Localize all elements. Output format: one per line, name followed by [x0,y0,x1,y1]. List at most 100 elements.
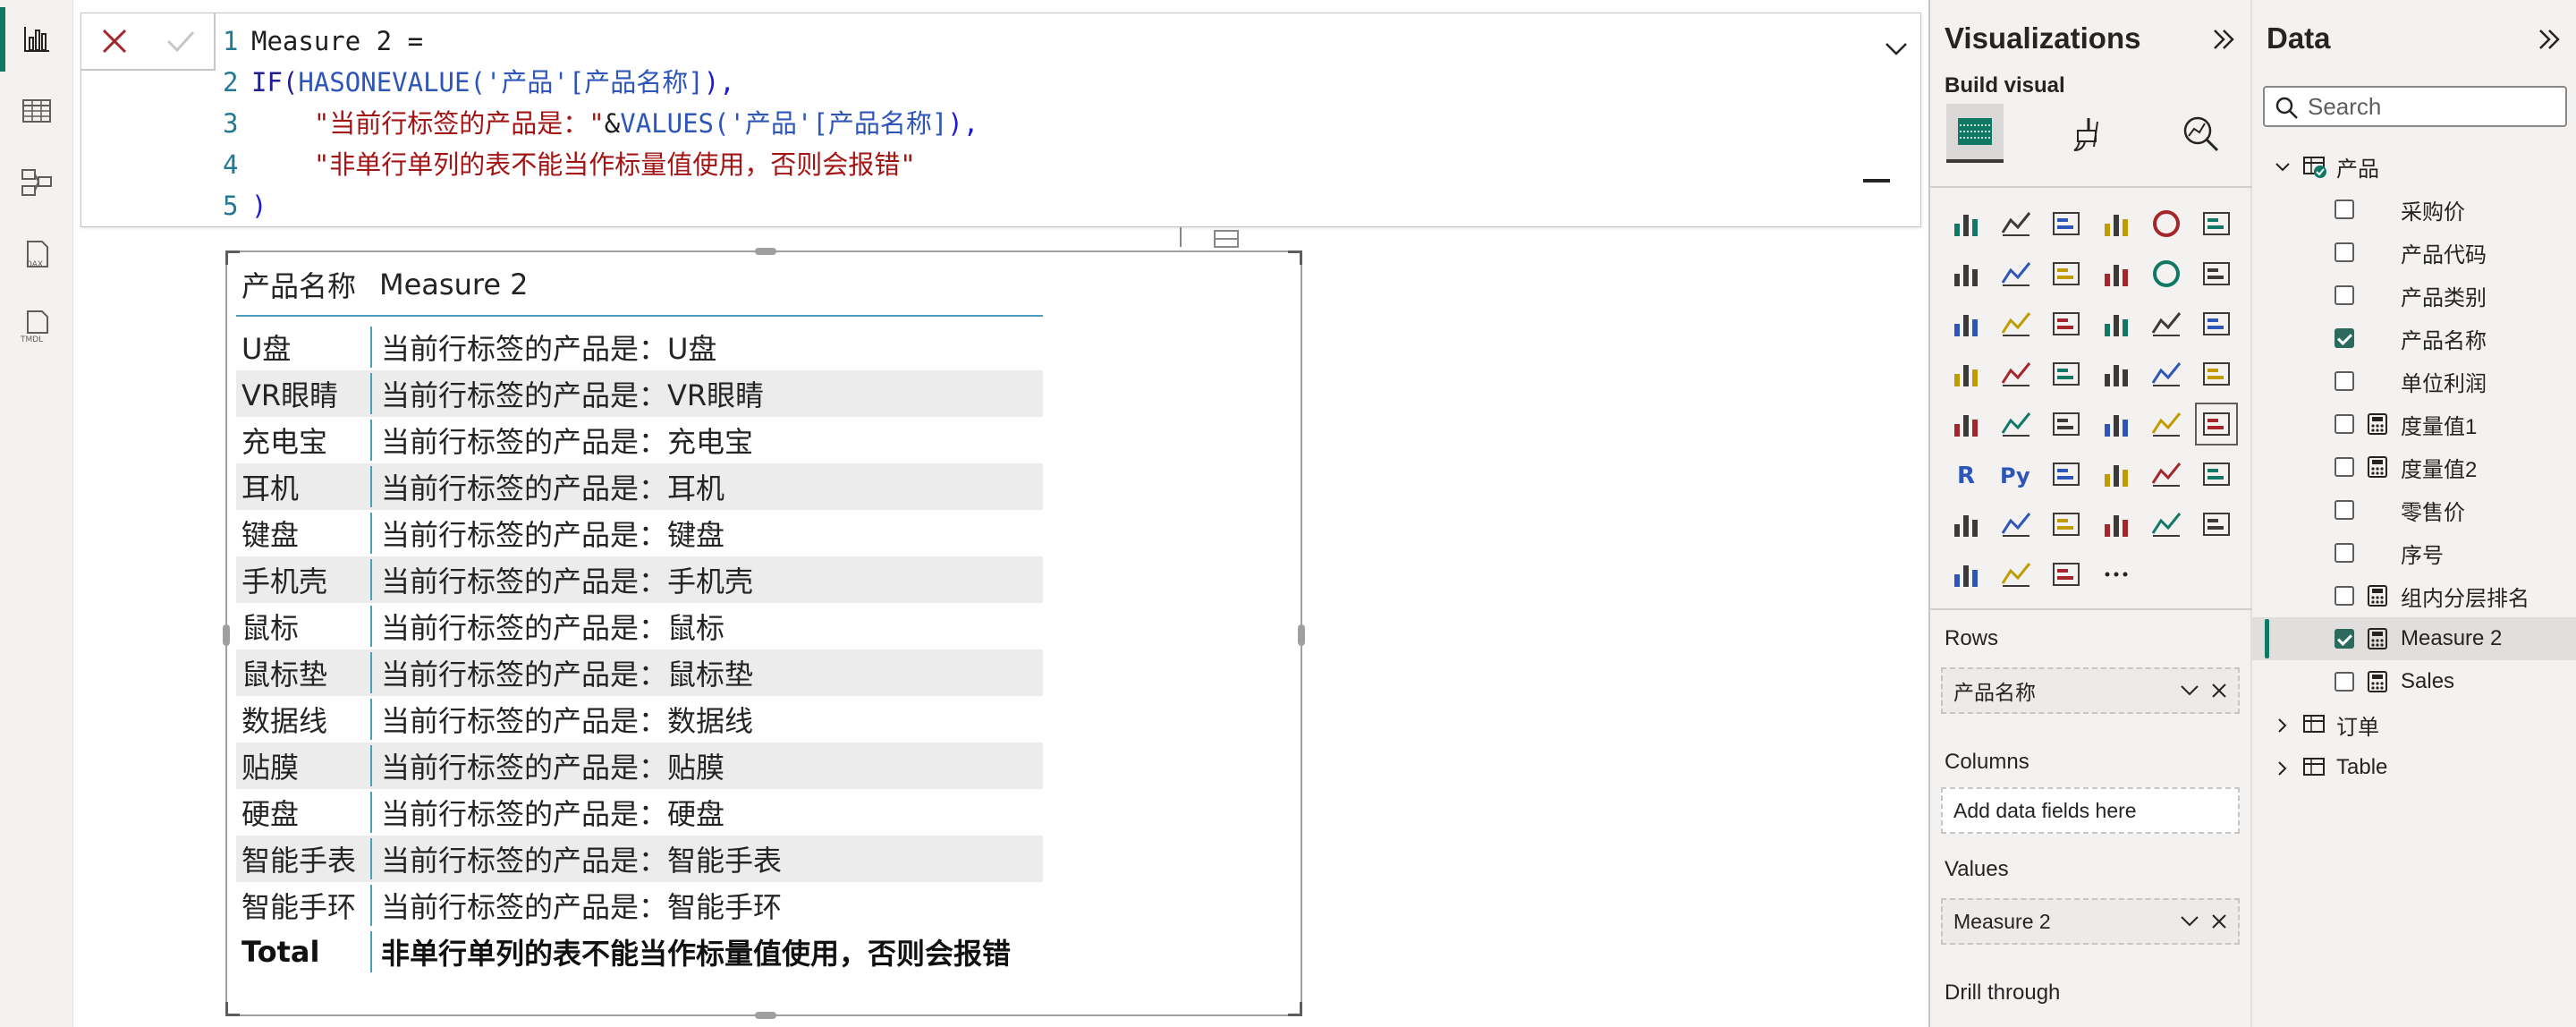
donut-icon[interactable] [2191,299,2241,349]
field-checkbox[interactable] [2334,500,2354,520]
table-row[interactable]: 耳机 当前行标签的产品是：耳机 [236,463,1043,510]
search-input[interactable] [2308,92,2549,121]
funnel-icon[interactable] [2041,299,2091,349]
field-checkbox[interactable] [2334,586,2354,606]
line-clustered-icon[interactable] [2191,249,2241,299]
field-row[interactable]: 单位利润 [2252,360,2576,403]
key-influencers-icon[interactable] [2041,449,2091,499]
diamond-visual-icon[interactable] [1991,549,2041,599]
field-checkbox[interactable] [2334,328,2354,348]
table-node[interactable]: 订单 [2252,703,2576,746]
formula-bar-resize-handle[interactable] [1863,179,1890,182]
table-row[interactable]: 鼠标 当前行标签的产品是：鼠标 [236,603,1043,649]
field-row[interactable]: 零售价 [2252,488,2576,531]
resize-handle-bottom[interactable] [755,1012,776,1019]
values-field-pill[interactable]: Measure 2 [1941,898,2240,945]
table-view-button[interactable] [0,75,73,147]
collapse-pane-icon[interactable] [2209,25,2238,54]
field-row[interactable]: 产品代码 [2252,231,2576,274]
table-row[interactable]: U盘 当前行标签的产品是：U盘 [236,324,1043,370]
narrative-icon[interactable] [2191,449,2241,499]
field-checkbox[interactable] [2334,414,2354,434]
code-line[interactable]: 5) [223,185,979,226]
table-total-row[interactable]: Total 非单行单列的表不能当作标量值使用，否则会报错 [236,929,1043,975]
table-row[interactable]: 贴膜 当前行标签的产品是：贴膜 [236,743,1043,789]
area-chart-icon[interactable] [1991,249,2041,299]
azure-map-icon[interactable] [2141,349,2191,399]
table-icon[interactable] [2141,399,2191,449]
resize-corner-bl[interactable] [225,1002,240,1016]
field-checkbox[interactable] [2334,242,2354,262]
dax-query-view-button[interactable]: DAX [0,218,73,290]
matrix-icon[interactable] [2191,399,2241,449]
clustered-bar-icon[interactable] [2041,199,2091,249]
100-bar-icon[interactable] [2141,199,2191,249]
field-row[interactable]: 产品类别 [2252,274,2576,317]
code-line[interactable]: 2 IF(HASONEVALUE('产品'[产品名称]), [223,62,979,103]
shape-map-icon[interactable] [2091,349,2141,399]
table-row[interactable]: 鼠标垫 当前行标签的产品是：鼠标垫 [236,649,1043,696]
report-view-button[interactable] [0,4,73,75]
column-header-product-name[interactable]: 产品名称 [236,264,370,305]
power-automate-icon[interactable] [2191,499,2241,549]
scatter-icon[interactable] [2091,299,2141,349]
visual-header-icons[interactable] [1172,224,1243,250]
multirow-card-icon[interactable] [1991,399,2041,449]
field-row[interactable]: 序号 [2252,531,2576,574]
power-apps-icon[interactable] [2141,499,2191,549]
dax-formula-bar[interactable]: 1 Measure 2 = 2 IF(HASONEVALUE('产品'[产品名称]),… [80,13,1921,227]
stacked-area-icon[interactable] [2041,249,2091,299]
code-line[interactable]: 4 "非单行单列的表不能当作标量值使用，否则会报错" [223,144,979,185]
field-row[interactable]: 组内分层排名 [2252,574,2576,617]
cancel-formula-icon[interactable] [97,23,132,59]
analytics-tab[interactable] [2172,104,2229,163]
stacked-bar-icon[interactable] [1941,199,1991,249]
table-row[interactable]: 硬盘 当前行标签的产品是：硬盘 [236,789,1043,836]
collapse-pane-icon[interactable] [2535,25,2563,54]
pie-chart-icon[interactable] [2141,299,2191,349]
chevron-right-icon[interactable] [2274,759,2292,777]
code-line[interactable]: 3 "当前行标签的产品是：" & VALUES('产品'[产品名称]), [223,103,979,144]
field-checkbox[interactable] [2334,543,2354,563]
line-chart-icon[interactable] [1941,249,1991,299]
paginated-report-icon[interactable] [1991,499,2041,549]
remove-field-icon[interactable] [2209,912,2229,931]
slicer-new-icon[interactable] [2091,499,2141,549]
table-row[interactable]: 数据线 当前行标签的产品是：数据线 [236,696,1043,743]
card-new-icon[interactable] [2041,499,2091,549]
remove-field-icon[interactable] [2209,681,2229,700]
table-row[interactable]: 手机壳 当前行标签的产品是：手机壳 [236,556,1043,603]
table-node[interactable]: 产品 [2252,145,2576,188]
table-row[interactable]: 充电宝 当前行标签的产品是：充电宝 [236,417,1043,463]
card-icon[interactable] [1941,399,1991,449]
model-view-button[interactable] [0,147,73,218]
commit-formula-icon[interactable] [163,23,199,59]
r-visual-icon[interactable]: R [1941,449,1991,499]
field-row[interactable]: Sales [2252,660,2576,703]
field-checkbox[interactable] [2334,629,2354,649]
table-row[interactable]: 智能手环 当前行标签的产品是：智能手环 [236,882,1043,929]
table-row[interactable]: VR眼睛 当前行标签的产品是：VR眼睛 [236,370,1043,417]
chevron-down-icon[interactable] [2274,157,2292,175]
filled-map-icon[interactable] [2041,349,2091,399]
resize-corner-br[interactable] [1288,1002,1302,1016]
100-column-icon[interactable] [2191,199,2241,249]
chevron-down-icon[interactable] [1883,38,1910,60]
format-visual-tab[interactable] [2061,104,2118,163]
powerapps-form-icon[interactable] [1941,549,1991,599]
resize-handle-right[interactable] [1298,624,1305,646]
gauge-icon[interactable] [2191,349,2241,399]
resize-handle-left[interactable] [223,624,230,646]
field-checkbox[interactable] [2334,371,2354,391]
qa-icon[interactable] [2141,449,2191,499]
waterfall-icon[interactable] [1991,299,2041,349]
table-visual[interactable]: 产品名称 Measure 2 U盘 当前行标签的产品是：U盘 VR眼睛 当前行标签的产… [223,248,1305,1019]
trophy-icon[interactable] [1941,499,1991,549]
chevron-down-icon[interactable] [2179,682,2200,700]
field-checkbox[interactable] [2334,672,2354,692]
chevron-down-icon[interactable] [2179,912,2200,930]
clustered-column-icon[interactable] [2091,199,2141,249]
kpi-icon[interactable] [2041,399,2091,449]
100-area-icon[interactable] [2091,249,2141,299]
field-checkbox[interactable] [2334,285,2354,305]
